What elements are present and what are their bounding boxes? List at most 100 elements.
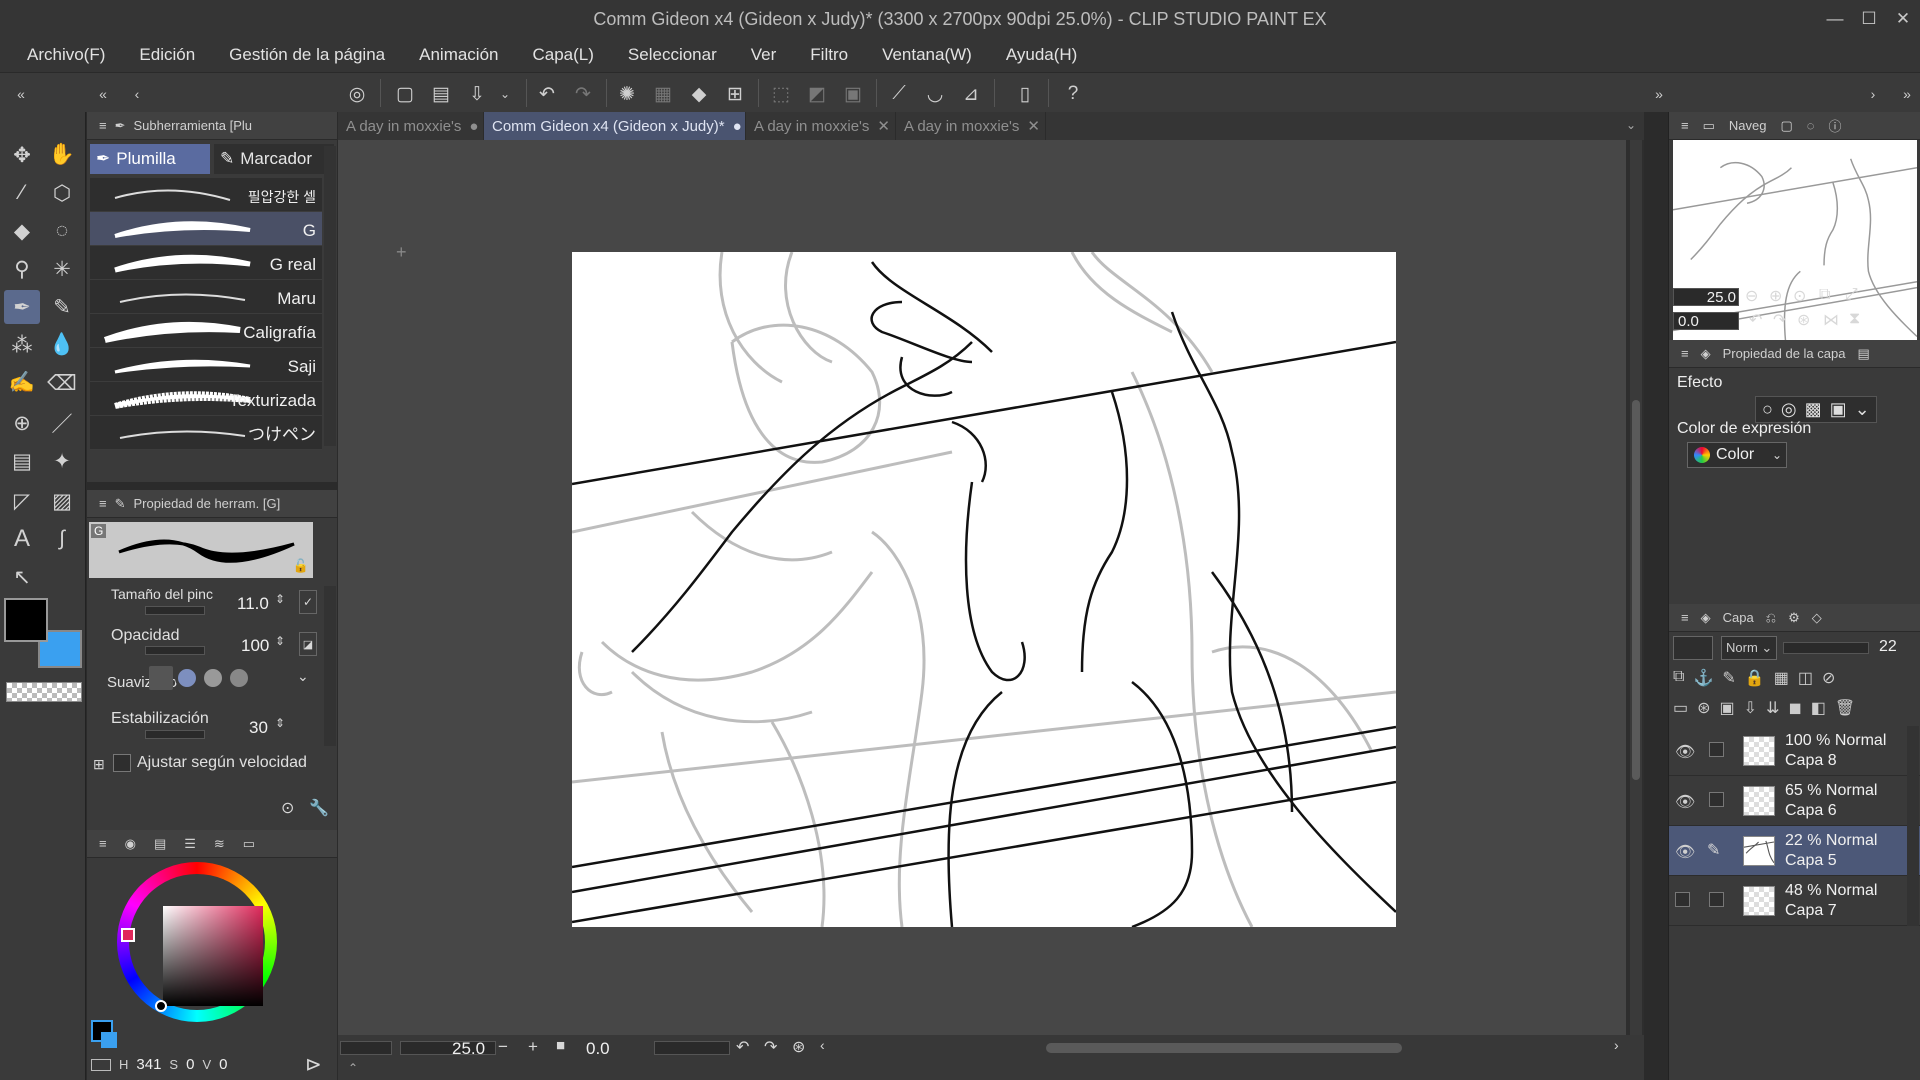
clear-icon[interactable]: ▦	[650, 81, 676, 107]
eye-icon[interactable]: 👁	[1675, 792, 1695, 812]
flip-vertical-icon[interactable]: ⧗	[1849, 310, 1860, 328]
tone-icon[interactable]: ▩	[1805, 399, 1822, 420]
layer-checkbox[interactable]	[1709, 742, 1724, 757]
tab-document[interactable]: A day in moxxie's ✕	[746, 112, 896, 140]
history-icon[interactable]: ⎌	[1766, 610, 1776, 626]
frame-icon[interactable]: ▤	[4, 444, 40, 478]
open-file-icon[interactable]: ▤	[428, 81, 454, 107]
undo-icon[interactable]: ↶	[534, 81, 560, 107]
maximize-button[interactable]: ☐	[1852, 0, 1886, 38]
smooth-option-1[interactable]	[149, 666, 173, 690]
layer-checkbox[interactable]	[1709, 892, 1724, 907]
save-icon[interactable]: ⇩	[464, 81, 490, 107]
tab-marcador[interactable]: ✎ Marcador	[214, 144, 334, 174]
color-slider-tab-icon[interactable]: ☰	[184, 836, 196, 852]
subview-tab-icon[interactable]: ▢	[1780, 118, 1792, 134]
layer-color-select[interactable]	[1673, 636, 1713, 660]
brush-item[interactable]: つけペン	[90, 416, 322, 450]
size-value[interactable]: 11.0	[237, 594, 269, 614]
layer-row[interactable]: 👁 100 % Normal Capa 8	[1669, 726, 1920, 776]
zoom-value[interactable]: 25.0	[452, 1039, 485, 1059]
brush-item[interactable]: G real	[90, 246, 322, 280]
nav-rotate-left-icon[interactable]: ↶	[1749, 310, 1762, 330]
layer-row-selected[interactable]: 👁 ✎ 22 % Normal Capa 5	[1669, 826, 1920, 876]
nav-fit-icon[interactable]: ⊙	[1793, 286, 1806, 306]
brush-item[interactable]: Saji	[90, 348, 322, 382]
chevron-left-icon[interactable]: ‹	[124, 81, 150, 107]
smartphone-icon[interactable]: ▯	[1012, 81, 1038, 107]
smooth-option-3[interactable]	[201, 666, 225, 690]
smooth-option-2[interactable]	[175, 666, 199, 690]
intermediate-color-tab-icon[interactable]: ≋	[214, 836, 225, 852]
reference-layer-icon[interactable]: ⚓	[1693, 668, 1713, 688]
effect-dropdown-icon[interactable]: ⌄	[1855, 399, 1870, 420]
size-stepper-icon[interactable]: ⇕	[275, 592, 285, 606]
balloon-icon[interactable]: ◸	[4, 484, 40, 518]
redo-icon[interactable]: ↷	[570, 81, 596, 107]
menu-ver[interactable]: Ver	[734, 45, 794, 65]
merge-down-icon[interactable]: ⇊	[1766, 698, 1779, 718]
zoom-slider-track[interactable]	[340, 1041, 392, 1055]
trash-icon[interactable]: 🗑	[1835, 698, 1855, 718]
nav-zoom-in-icon[interactable]: ⊕	[1769, 286, 1782, 306]
clip-layer-icon[interactable]: ⧉	[1673, 668, 1684, 688]
transform-icon[interactable]: ⊞	[722, 81, 748, 107]
nav-zoom-out-icon[interactable]: ⊖	[1745, 286, 1758, 306]
fit-icon[interactable]: ■	[556, 1037, 565, 1054]
navigator-tab-icon[interactable]: ▭	[1703, 118, 1715, 134]
size-pressure-icon[interactable]: ✓	[299, 590, 317, 614]
operation-icon[interactable]: ↖	[4, 560, 40, 594]
zoom-out-icon[interactable]: −	[498, 1037, 508, 1057]
layer-tab-icon[interactable]: ◈	[1701, 610, 1711, 626]
text-icon[interactable]: A	[4, 522, 40, 556]
visibility-checkbox[interactable]	[1675, 892, 1690, 907]
collapse-left-icon-2[interactable]: «	[90, 81, 116, 107]
move-icon[interactable]: ✥	[4, 138, 40, 172]
scroll-right-icon[interactable]: ›	[1614, 1037, 1619, 1053]
mini-sub-color[interactable]	[101, 1032, 117, 1048]
history-tab-icon[interactable]: ▭	[243, 836, 255, 852]
draft-layer-icon[interactable]: ✎	[1722, 668, 1735, 688]
brush-item[interactable]: Maru	[90, 280, 322, 314]
layer-row[interactable]: 48 % Normal Capa 7	[1669, 876, 1920, 926]
tab-document[interactable]: A day in moxxie's ✕	[896, 112, 1046, 140]
lock-layer-icon[interactable]: 🔒	[1745, 668, 1765, 688]
lock-transparency-icon[interactable]: ▦	[1774, 668, 1789, 688]
menu-ventana[interactable]: Ventana(W)	[865, 45, 989, 65]
opacity-stepper-icon[interactable]: ⇕	[275, 634, 285, 648]
drawing-canvas[interactable]	[572, 252, 1396, 927]
menu-animacion[interactable]: Animación	[402, 45, 515, 65]
tab-document-active[interactable]: Comm Gideon x4 (Gideon x Judy)* ●	[484, 112, 746, 140]
expand-up-icon[interactable]: ⌃	[348, 1061, 358, 1075]
opacity-value[interactable]: 100	[241, 636, 269, 656]
save-dropdown-icon[interactable]: ⌄	[492, 81, 518, 107]
info-tab-icon[interactable]: ⓘ	[1829, 116, 1842, 135]
saturation-value-square[interactable]	[163, 906, 263, 1006]
lasso-icon[interactable]: ◌	[44, 214, 80, 248]
speed-checkbox[interactable]	[113, 754, 131, 772]
opacity-pressure-icon[interactable]: ◪	[299, 632, 317, 656]
tab-document[interactable]: A day in moxxie's ●	[338, 112, 484, 140]
angle-value[interactable]: 0.0	[586, 1039, 610, 1059]
transfer-down-icon[interactable]: ⇩	[1744, 698, 1757, 718]
ruler-icon[interactable]: ⊕	[4, 406, 40, 440]
menu-ayuda[interactable]: Ayuda(H)	[989, 45, 1095, 65]
layer-opacity-value[interactable]: 22	[1879, 638, 1897, 656]
settings-icon[interactable]: ⊙	[281, 798, 294, 818]
horizontal-scroll-thumb[interactable]	[1046, 1043, 1402, 1053]
close-tab-icon[interactable]: ✕	[1027, 117, 1040, 135]
mask-icon[interactable]: ◫	[1798, 668, 1813, 688]
brush-item[interactable]: Texturizada	[90, 382, 322, 416]
blend-icon[interactable]: 💧	[44, 328, 80, 362]
crop-icon[interactable]: ▣	[840, 81, 866, 107]
hand-icon[interactable]: ✋	[44, 138, 80, 172]
pen-icon[interactable]: ✒	[4, 290, 40, 324]
opacity-slider[interactable]	[145, 646, 205, 655]
smooth-option-4[interactable]	[227, 666, 251, 690]
expand-icon[interactable]: ⊞	[93, 756, 105, 773]
help-icon[interactable]: ?	[1060, 81, 1086, 107]
sparkle-icon[interactable]: ✦	[44, 444, 80, 478]
main-color-front[interactable]	[4, 598, 48, 642]
chevron-down-icon[interactable]: ⌄	[297, 668, 309, 685]
layer-scrollbar[interactable]	[1907, 726, 1919, 926]
